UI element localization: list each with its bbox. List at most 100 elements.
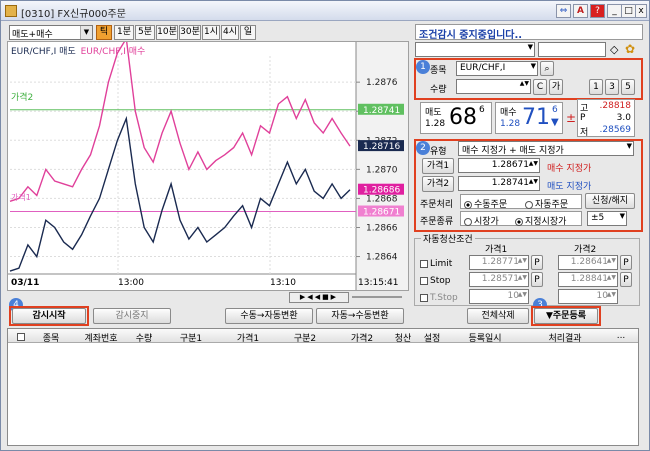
high-value: .28818 — [599, 101, 632, 111]
stop-checkbox[interactable]: Stop — [420, 276, 450, 286]
sell-sup: 6 — [479, 105, 485, 115]
price-chart[interactable]: 1.28761.28741.28721.28701.28681.28661.28… — [7, 41, 409, 291]
time-label-1300: 13:00 — [118, 278, 144, 288]
status-text: 조건감시 중지중입니다.. — [419, 30, 523, 41]
col-setting[interactable]: 설정 — [418, 331, 446, 344]
watch-start-button[interactable]: 감시시작 — [12, 308, 86, 324]
buy-small: 1.28 — [500, 119, 521, 129]
stop-p2-button[interactable]: P — [620, 272, 632, 287]
pair-mode-select[interactable]: 매도+매수 ▼ — [9, 25, 93, 40]
proc-manual-radio[interactable]: 수동주문 — [464, 197, 507, 210]
pair-mode-value: 매도+매수 — [12, 30, 53, 40]
buy-quote[interactable]: 매수 1.28 71 6 ▼ — [495, 102, 563, 134]
price1-input[interactable]: 1.28671 ▲▼ — [458, 158, 540, 173]
tstop-value1[interactable]: 10 ▲▼ — [469, 289, 529, 304]
price2-button[interactable]: 가격2 — [422, 176, 454, 192]
range-select[interactable]: ±5 ▼ — [587, 211, 627, 226]
chart-scrollbar[interactable]: ▶◀◀■▶ — [7, 291, 409, 304]
eraser-icon[interactable]: ◇ — [610, 43, 618, 56]
limit-price1[interactable]: 1.28771 ▲▼ — [469, 255, 529, 270]
period-10min[interactable]: 10분 — [156, 25, 178, 40]
zoom-slider[interactable] — [352, 296, 402, 298]
order-register-button[interactable]: ▼주문등록 — [534, 308, 598, 324]
price1-button[interactable]: 가격1 — [422, 158, 454, 174]
link-icon[interactable]: ⇔ — [556, 4, 571, 18]
watch-stop-button[interactable]: 감시중지 — [93, 308, 171, 324]
period-tick[interactable]: 틱 — [96, 25, 112, 40]
type-select[interactable]: 매수 지정가 + 매도 지정가 ▼ — [458, 141, 634, 156]
col-item[interactable]: 종목 — [30, 331, 72, 344]
window-title: [0310] FX신규000주문 — [21, 9, 126, 20]
period-1hour[interactable]: 1시 — [202, 25, 220, 40]
col-grid-price1[interactable]: 가격1 — [222, 331, 274, 344]
sell-label: 매도 — [425, 108, 442, 118]
qty-preset-1[interactable]: 1 — [589, 79, 603, 95]
password-input[interactable] — [538, 42, 606, 57]
col-result[interactable]: 처리결과 — [524, 331, 606, 344]
stop-price2[interactable]: 1.28841 ▲▼ — [558, 272, 618, 287]
close-button[interactable]: x — [635, 4, 647, 18]
gear-icon[interactable]: ✿ — [625, 42, 635, 56]
limit-price2[interactable]: 1.28641 ▲▼ — [558, 255, 618, 270]
kind-market-radio[interactable]: 시장가 — [464, 214, 499, 227]
type-value: 매수 지정가 + 매도 지정가 — [462, 146, 564, 156]
order-grid[interactable]: 종목 계좌번호 수량 구분1 가격1 구분2 가격2 청산 설정 등록일시 처리… — [7, 328, 639, 446]
col-qty[interactable]: 수량 — [129, 331, 159, 344]
price2-input[interactable]: 1.28741 ▲▼ — [458, 176, 540, 191]
price2-line-label: 가격2 — [11, 93, 34, 103]
proc-auto-radio[interactable]: 자동주문 — [525, 197, 568, 210]
period-4hour[interactable]: 4시 — [221, 25, 239, 40]
kind-limit-market-radio[interactable]: 지정시장가 — [515, 214, 566, 227]
limit-p1-button[interactable]: P — [531, 255, 543, 270]
stop-price1[interactable]: 1.28571 ▲▼ — [469, 272, 529, 287]
proc-label: 주문처리 — [420, 200, 454, 210]
legend-sell: EUR/CHF,I 매도 — [11, 47, 76, 57]
col-reg-time[interactable]: 등록일시 — [448, 331, 522, 344]
help-icon[interactable]: ? — [590, 4, 605, 18]
col-grid-price2[interactable]: 가격2 — [336, 331, 388, 344]
down-arrow-icon: ▼ — [551, 117, 559, 128]
limit-checkbox[interactable]: Limit — [420, 259, 452, 269]
y-tick-label: 1.2866 — [366, 223, 398, 233]
chart-nav-buttons[interactable]: ▶◀◀■▶ — [289, 292, 349, 303]
delete-all-button[interactable]: 전체삭제 — [467, 308, 529, 324]
auto-to-manual-button[interactable]: 자동→수동변환 — [316, 308, 404, 324]
order-window: [0310] FX신규000주문 ⇔ A ? _ □ x 매도+매수 ▼ 틱 1… — [0, 0, 650, 451]
y-tick-label: 1.2868 — [366, 194, 398, 204]
period-1min[interactable]: 1분 — [114, 25, 134, 40]
qty-input[interactable]: ▲▼ — [456, 79, 531, 94]
stop-p1-button[interactable]: P — [531, 272, 543, 287]
col-type2[interactable]: 구분2 — [276, 331, 334, 344]
col-more[interactable]: ... — [608, 331, 634, 341]
subscribe-button[interactable]: 신청/해지 — [585, 193, 635, 209]
p-value: 3.0 — [616, 113, 631, 123]
col-settle[interactable]: 청산 — [390, 331, 416, 344]
col-account[interactable]: 계좌번호 — [74, 331, 128, 344]
proc-radio-group: 수동주문 자동주문 — [460, 194, 582, 210]
series-line-buy — [9, 42, 351, 202]
minimize-button[interactable]: _ — [607, 4, 622, 18]
period-day[interactable]: 일 — [240, 25, 256, 40]
chart-toolbar: 매도+매수 ▼ 틱 1분 5분 10분 30분 1시 4시 일 — [4, 23, 409, 41]
sell-quote[interactable]: 매도 1.28 68 6 — [420, 102, 492, 134]
qty-clear-button[interactable]: C — [533, 79, 547, 95]
font-icon[interactable]: A — [573, 4, 588, 18]
chart-canvas: 1.28761.28741.28721.28701.28681.28661.28… — [8, 42, 408, 290]
price-tag-label-price2: 1.28741 — [363, 106, 400, 116]
limit-p2-button[interactable]: P — [620, 255, 632, 270]
qty-max-button[interactable]: 가 — [549, 79, 563, 95]
search-icon[interactable]: ⌕ — [540, 61, 554, 76]
period-5min[interactable]: 5분 — [135, 25, 155, 40]
qty-preset-3[interactable]: 3 — [605, 79, 619, 95]
manual-to-auto-button[interactable]: 수동→자동변환 — [225, 308, 313, 324]
tstop-value2[interactable]: 10 ▲▼ — [558, 289, 618, 304]
clock-label: 13:15:41 — [358, 278, 399, 288]
account-select[interactable]: ▼ — [415, 42, 535, 57]
period-30min[interactable]: 30분 — [179, 25, 201, 40]
maximize-button[interactable]: □ — [621, 4, 636, 18]
item-select[interactable]: EUR/CHF,I ▼ — [456, 61, 538, 76]
col-type1[interactable]: 구분1 — [163, 331, 219, 344]
qty-preset-5[interactable]: 5 — [621, 79, 635, 95]
tstop-checkbox[interactable]: T.Stop — [420, 293, 458, 303]
p-label: P — [580, 113, 586, 123]
